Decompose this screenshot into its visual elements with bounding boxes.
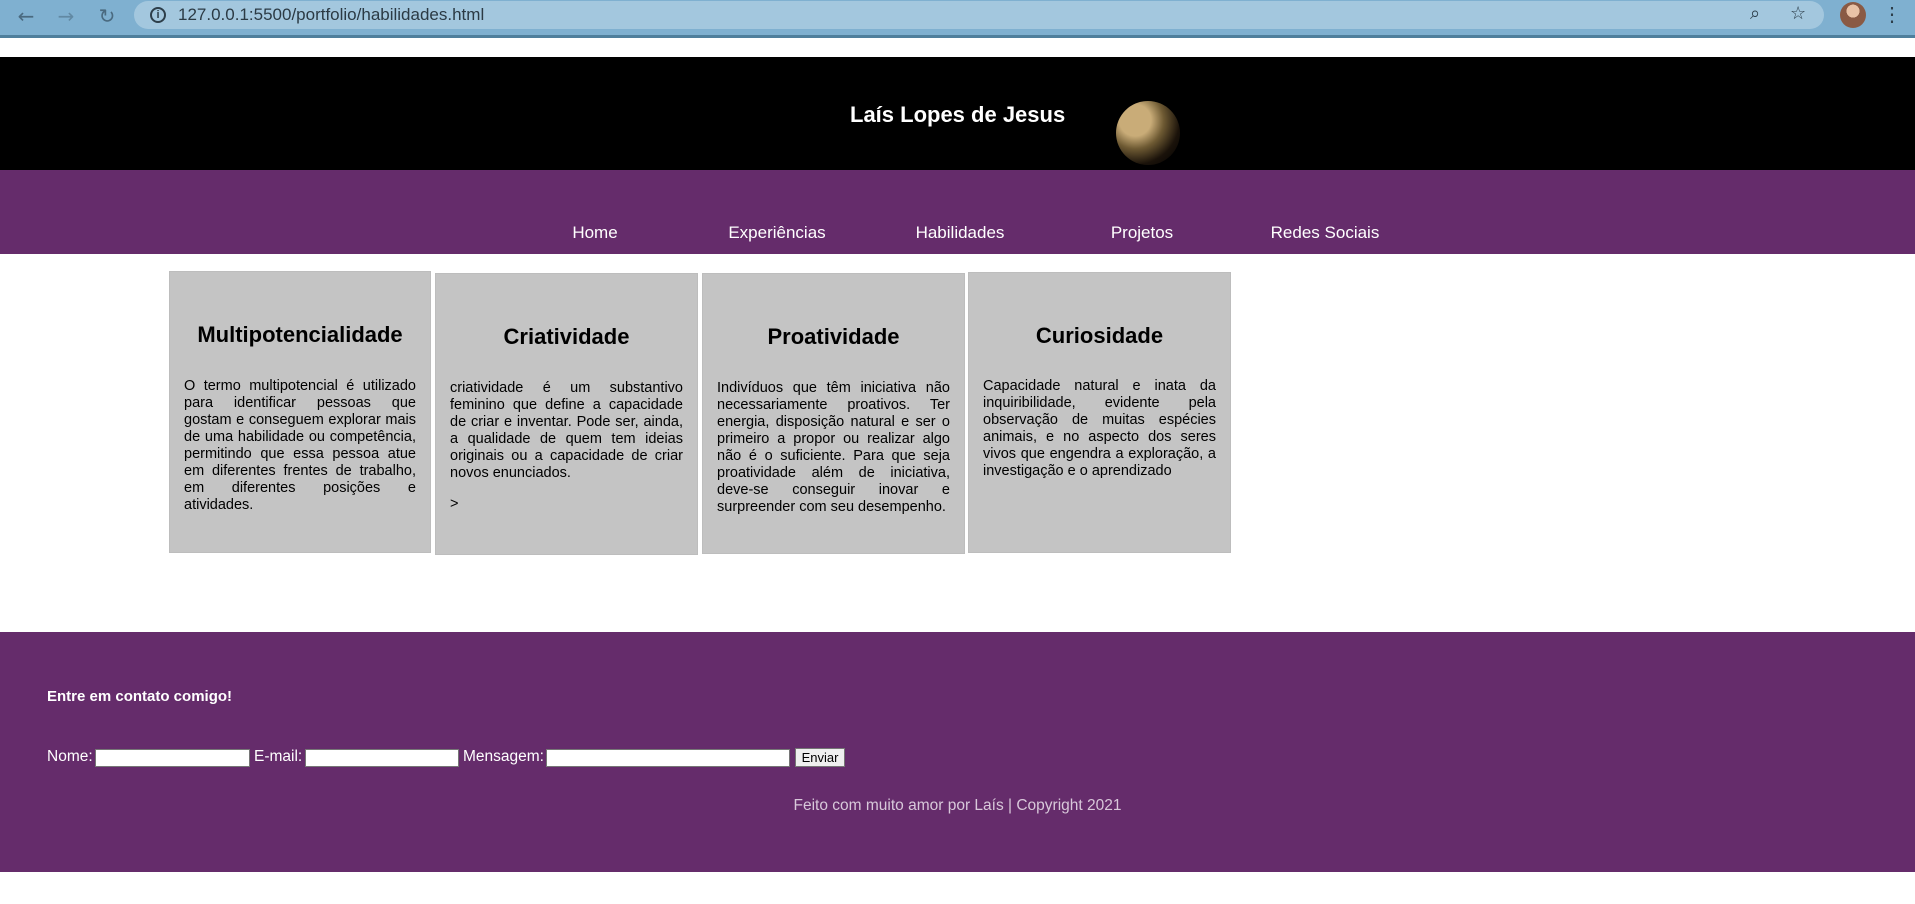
- skill-card-criatividade: Criatividade criatividade é um substanti…: [435, 273, 698, 555]
- bookmark-star-icon[interactable]: ☆: [1790, 3, 1806, 24]
- skill-card-curiosidade: Curiosidade Capacidade natural e inata d…: [968, 272, 1231, 553]
- skill-card-proatividade: Proatividade Indivíduos que têm iniciati…: [702, 273, 965, 554]
- profile-avatar[interactable]: [1840, 2, 1866, 28]
- card-text: Indivíduos que têm iniciativa não necess…: [717, 380, 950, 515]
- site-header: Laís Lopes de Jesus: [0, 57, 1915, 170]
- nav-projetos[interactable]: Projetos: [1062, 223, 1222, 243]
- name-label: Nome:: [47, 748, 93, 765]
- card-text: criatividade é um substantivo feminino q…: [450, 380, 683, 481]
- browser-toolbar: ← → ↻ i 127.0.0.1:5500/portfolio/habilid…: [0, 0, 1915, 38]
- main-navigation: Home Experiências Habilidades Projetos R…: [0, 170, 1915, 254]
- card-text: O termo multipotencial é utilizado para …: [184, 378, 416, 513]
- site-title: Laís Lopes de Jesus: [850, 102, 1066, 127]
- name-input[interactable]: [95, 749, 250, 767]
- email-label: E-mail:: [254, 748, 303, 765]
- address-bar[interactable]: i 127.0.0.1:5500/portfolio/habilidades.h…: [134, 1, 1824, 29]
- moon-image: [1116, 101, 1180, 165]
- card-title: Multipotencialidade: [197, 322, 403, 347]
- url-text[interactable]: 127.0.0.1:5500/portfolio/habilidades.htm…: [178, 5, 484, 25]
- card-text: Capacidade natural e inata da inquiribil…: [983, 378, 1216, 479]
- nav-home[interactable]: Home: [515, 223, 675, 243]
- zoom-icon[interactable]: ⌕: [1750, 3, 1760, 24]
- contact-title: Entre em contato comigo!: [47, 688, 233, 705]
- nav-habilidades[interactable]: Habilidades: [880, 223, 1040, 243]
- card-title: Proatividade: [767, 324, 900, 349]
- card-title: Criatividade: [503, 324, 630, 349]
- nav-redes-sociais[interactable]: Redes Sociais: [1245, 223, 1405, 243]
- site-info-icon[interactable]: i: [150, 7, 166, 23]
- copyright-text: Feito com muito amor por Laís | Copyrigh…: [793, 797, 1122, 814]
- skill-card-multipotencialidade: Multipotencialidade O termo multipotenci…: [169, 271, 431, 553]
- site-footer: Entre em contato comigo! Nome: E-mail: M…: [0, 632, 1915, 872]
- browser-menu-icon[interactable]: ⋮: [1882, 2, 1902, 27]
- reload-icon[interactable]: ↻: [95, 4, 119, 28]
- message-input[interactable]: [546, 749, 790, 767]
- card-title: Curiosidade: [1035, 323, 1164, 348]
- send-button[interactable]: Enviar: [795, 748, 845, 767]
- card-extra-text: >: [450, 496, 459, 512]
- email-input[interactable]: [305, 749, 459, 767]
- back-arrow-icon[interactable]: ←: [14, 4, 38, 28]
- nav-experiencias[interactable]: Experiências: [697, 223, 857, 243]
- message-label: Mensagem:: [463, 748, 544, 765]
- forward-arrow-icon[interactable]: →: [54, 4, 78, 28]
